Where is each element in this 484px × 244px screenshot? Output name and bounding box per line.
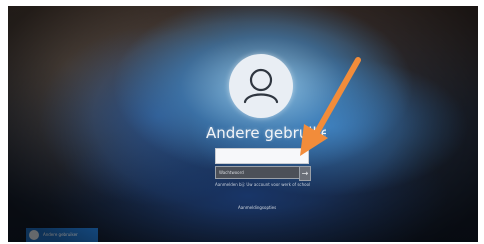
login-screen-photo: Andere gebruike Wachtwoord → Aanmelden b… (8, 6, 478, 242)
annotation-arrow-icon (300, 57, 361, 156)
